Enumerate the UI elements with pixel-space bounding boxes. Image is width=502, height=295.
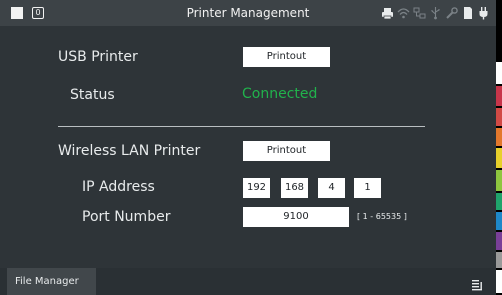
lan-icon	[413, 6, 426, 20]
file-manager-tab[interactable]: File Manager	[7, 268, 96, 295]
color-swatch	[496, 193, 502, 210]
color-swatch	[496, 128, 502, 146]
wireless-lan-printer-label: Wireless LAN Printer	[58, 143, 201, 159]
usb-printout-button[interactable]: Printout	[243, 47, 330, 67]
color-swatch	[496, 86, 502, 106]
wrench-icon	[445, 6, 458, 20]
port-number-label: Port Number	[82, 209, 171, 225]
ip-address-label: IP Address	[82, 179, 155, 195]
color-swatch	[496, 232, 502, 250]
title-bar: 0 Printer Management	[0, 0, 496, 26]
status-icons	[381, 5, 490, 21]
usb-printer-label: USB Printer	[58, 49, 138, 65]
status-value: Connected	[242, 86, 318, 102]
port-range-hint: [ 1 - 65535 ]	[357, 212, 407, 221]
color-swatch	[496, 62, 502, 84]
printer-icon	[381, 6, 394, 20]
bottom-bar: File Manager	[0, 268, 496, 295]
color-swatch	[496, 252, 502, 268]
color-swatch	[496, 212, 502, 230]
color-swatch	[496, 108, 502, 126]
main-panel: USB Printer Printout Status Connected Wi…	[0, 26, 496, 268]
color-swatch	[496, 148, 502, 168]
color-swatch	[496, 270, 502, 293]
color-swatch	[496, 48, 502, 60]
wireless-printout-button[interactable]: Printout	[243, 141, 330, 161]
sd-card-icon	[461, 6, 474, 20]
section-divider	[58, 126, 425, 127]
port-number-field[interactable]: 9100	[243, 207, 349, 227]
wifi-icon	[397, 6, 410, 20]
power-plug-icon	[477, 6, 490, 20]
ip-octet-3-field[interactable]: 4	[318, 178, 345, 198]
ip-octet-2-field[interactable]: 168	[281, 178, 308, 198]
status-label: Status	[70, 87, 115, 103]
ip-octet-1-field[interactable]: 192	[243, 178, 270, 198]
color-swatch	[496, 170, 502, 191]
usb-icon	[429, 6, 442, 20]
ip-octet-4-field[interactable]: 1	[354, 178, 381, 198]
list-menu-icon[interactable]	[471, 276, 483, 291]
